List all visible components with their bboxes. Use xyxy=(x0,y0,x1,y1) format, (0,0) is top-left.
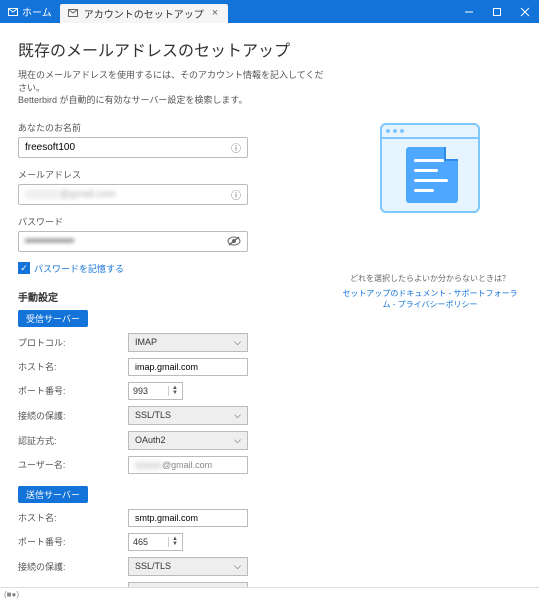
protocol-label: プロトコル: xyxy=(18,336,128,349)
security-label: 接続の保護: xyxy=(18,560,128,573)
chevron-down-icon: ⌵ xyxy=(234,586,241,587)
incoming-host-input[interactable] xyxy=(128,358,248,376)
chevron-down-icon: ⌵ xyxy=(234,561,241,572)
docs-link[interactable]: セットアップのドキュメント xyxy=(342,289,446,298)
email-label: メールアドレス xyxy=(18,168,329,181)
side-panel: どれを選択したらよいか分からないときは？ セットアップのドキュメント - サポー… xyxy=(339,23,539,587)
privacy-link[interactable]: プライバシーポリシー xyxy=(398,300,478,309)
email-input[interactable]: xxxxxxx@gmail.com xyxy=(19,185,225,204)
statusbar: (■●) xyxy=(0,587,539,600)
chevron-down-icon: ⌵ xyxy=(234,410,241,421)
port-label: ポート番号: xyxy=(18,384,128,397)
host-label: ホスト名: xyxy=(18,511,128,524)
incoming-protocol-select[interactable]: IMAP⌵ xyxy=(128,333,248,352)
security-label: 接続の保護: xyxy=(18,409,128,422)
auth-label: 認証方式: xyxy=(18,434,128,447)
incoming-username-input[interactable]: xxxxxx@gmail.com xyxy=(128,456,248,474)
remember-label: パスワードを記憶する xyxy=(34,262,124,275)
auth-label: 認証方式: xyxy=(18,585,128,587)
help-links: セットアップのドキュメント - サポートフォーラム - プライバシーポリシー xyxy=(339,288,521,310)
incoming-port-input[interactable]: 993▲▼ xyxy=(128,382,183,400)
password-input[interactable] xyxy=(19,232,221,251)
manual-section-title: 手動設定 xyxy=(18,289,329,304)
illustration xyxy=(380,123,480,213)
mail-icon xyxy=(8,7,18,17)
page-title: 既存のメールアドレスのセットアップ xyxy=(18,37,329,61)
port-label: ポート番号: xyxy=(18,535,128,548)
minimize-icon xyxy=(464,7,474,17)
incoming-auth-select[interactable]: OAuth2⌵ xyxy=(128,431,248,450)
outgoing-auth-select[interactable]: OAuth2⌵ xyxy=(128,582,248,587)
name-input[interactable] xyxy=(19,138,225,157)
username-label: ユーザー名: xyxy=(18,458,128,471)
maximize-icon xyxy=(492,7,502,17)
outgoing-badge: 送信サーバー xyxy=(18,486,88,503)
eye-toggle-icon[interactable] xyxy=(221,236,247,246)
home-label: ホーム xyxy=(22,4,52,19)
sync-icon[interactable]: (■●) xyxy=(4,590,19,599)
chevron-down-icon: ⌵ xyxy=(234,337,241,348)
mail-icon xyxy=(68,8,78,18)
host-label: ホスト名: xyxy=(18,360,128,373)
maximize-button[interactable] xyxy=(483,0,511,23)
name-label: あなたのお名前 xyxy=(18,121,329,134)
port-spinner[interactable]: ▲▼ xyxy=(168,537,178,547)
tab-label: アカウントのセットアップ xyxy=(84,6,204,21)
outgoing-host-input[interactable] xyxy=(128,509,248,527)
tab-close-button[interactable]: × xyxy=(210,7,220,19)
info-icon[interactable]: ⓘ xyxy=(225,187,247,202)
port-spinner[interactable]: ▲▼ xyxy=(168,386,178,396)
outgoing-security-select[interactable]: SSL/TLS⌵ xyxy=(128,557,248,576)
active-tab[interactable]: アカウントのセットアップ × xyxy=(60,4,228,23)
help-text: どれを選択したらよいか分からないときは？ xyxy=(339,273,521,284)
close-button[interactable] xyxy=(511,0,539,23)
minimize-button[interactable] xyxy=(455,0,483,23)
page-description: 現在のメールアドレスを使用するには、そのアカウント情報を記入してください。 Be… xyxy=(18,69,329,107)
password-label: パスワード xyxy=(18,215,329,228)
main-panel: 既存のメールアドレスのセットアップ 現在のメールアドレスを使用するには、そのアカ… xyxy=(0,23,339,587)
home-tab[interactable]: ホーム xyxy=(0,4,60,19)
outgoing-port-input[interactable]: 465▲▼ xyxy=(128,533,183,551)
info-icon[interactable]: ⓘ xyxy=(225,140,247,155)
titlebar: ホーム アカウントのセットアップ × xyxy=(0,0,539,23)
close-icon xyxy=(520,7,530,17)
chevron-down-icon: ⌵ xyxy=(234,435,241,446)
incoming-security-select[interactable]: SSL/TLS⌵ xyxy=(128,406,248,425)
remember-checkbox[interactable]: ✓ xyxy=(18,262,30,274)
incoming-badge: 受信サーバー xyxy=(18,310,88,327)
